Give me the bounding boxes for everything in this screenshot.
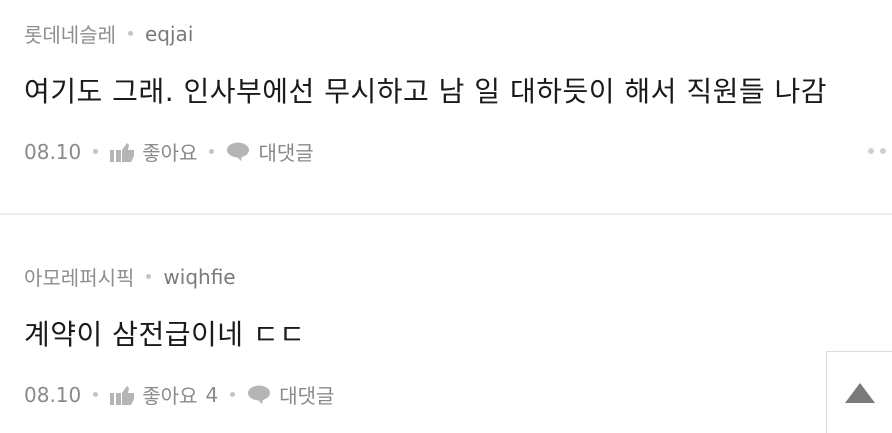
comment-actions: 08.10 좋아요 4 대댓글 <box>24 380 334 409</box>
more-dots-icon <box>880 148 886 154</box>
reply-label: 대댓글 <box>258 141 314 165</box>
thumbs-up-icon <box>110 385 135 405</box>
like-button[interactable]: 좋아요 <box>110 137 197 166</box>
like-label: 좋아요 <box>142 384 198 408</box>
separator-dot <box>93 149 99 154</box>
separator-dot <box>93 392 99 397</box>
comment-date: 08.10 <box>24 139 82 164</box>
thumbs-up-icon <box>110 142 135 162</box>
separator-dot <box>209 149 215 154</box>
comment-text: 계약이 삼전급이네 ㄷㄷ <box>24 318 306 351</box>
comment-meta: 아모레퍼시픽 wiqhfie <box>24 262 236 291</box>
reply-label: 대댓글 <box>279 384 335 408</box>
nickname[interactable]: wiqhfie <box>163 265 235 289</box>
nickname[interactable]: eqjai <box>145 22 193 46</box>
company-name[interactable]: 아모레퍼시픽 <box>24 262 134 291</box>
more-options-button[interactable] <box>868 148 892 154</box>
reply-button[interactable]: 대댓글 <box>247 380 334 409</box>
comment-item: 롯데네슬레 eqjai 여기도 그래. 인사부에선 무시하고 남 일 대하듯이 … <box>0 0 892 214</box>
comment-date: 08.10 <box>24 382 82 407</box>
scroll-to-top-button[interactable] <box>826 351 892 433</box>
comment-meta: 롯데네슬레 eqjai <box>24 19 193 48</box>
reply-button[interactable]: 대댓글 <box>226 137 314 166</box>
speech-bubble-icon <box>227 142 250 161</box>
comment-actions: 08.10 좋아요 대댓글 <box>24 137 314 166</box>
separator-dot <box>128 31 133 36</box>
triangle-up-icon <box>844 382 875 403</box>
like-label: 좋아요 <box>142 141 198 165</box>
separator-dot <box>230 392 236 397</box>
speech-bubble-icon <box>248 385 271 404</box>
more-dots-icon <box>868 148 874 154</box>
separator-dot <box>146 274 152 279</box>
comment-text: 여기도 그래. 인사부에선 무시하고 남 일 대하듯이 해서 직원들 나감 <box>24 75 828 108</box>
like-button[interactable]: 좋아요 4 <box>110 380 218 409</box>
company-name[interactable]: 롯데네슬레 <box>24 19 116 48</box>
like-count: 4 <box>205 382 219 407</box>
